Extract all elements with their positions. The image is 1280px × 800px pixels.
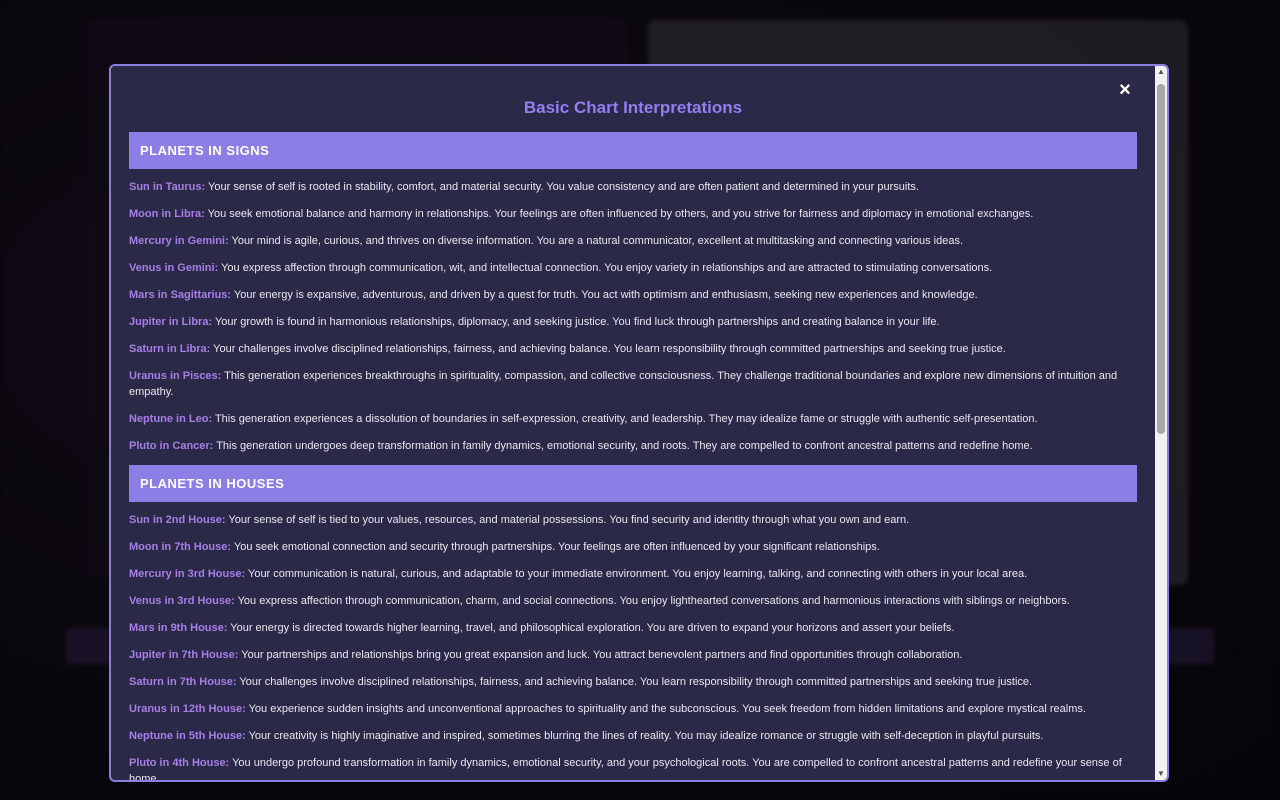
interpretation-entry: Jupiter in 7th House: Your partnerships … xyxy=(129,647,1137,663)
interpretation-entry: Mars in Sagittarius: Your energy is expa… xyxy=(129,287,1137,303)
entry-label: Uranus in Pisces: xyxy=(129,370,222,382)
interpretation-entry: Jupiter in Libra: Your growth is found i… xyxy=(129,314,1137,330)
interpretations-modal: Basic Chart Interpretations PLANETS IN S… xyxy=(109,64,1169,782)
entry-label: Mars in Sagittarius: xyxy=(129,289,232,301)
section-header: PLANETS IN SIGNS xyxy=(129,132,1137,169)
scroll-thumb[interactable] xyxy=(1157,84,1165,434)
interpretation-entry: Mercury in 3rd House: Your communication… xyxy=(129,566,1137,582)
entry-text: Your energy is directed towards higher l… xyxy=(227,622,955,634)
entry-label: Saturn in 7th House: xyxy=(129,676,237,688)
entry-label: Mercury in Gemini: xyxy=(129,235,229,247)
entry-text: Your challenges involve disciplined rela… xyxy=(236,676,1033,688)
interpretation-entry: Moon in 7th House: You seek emotional co… xyxy=(129,539,1137,555)
entry-text: You seek emotional balance and harmony i… xyxy=(204,208,1034,220)
interpretation-entry: Mars in 9th House: Your energy is direct… xyxy=(129,620,1137,636)
scroll-down-arrow-icon[interactable]: ▼ xyxy=(1155,768,1167,780)
entry-text: You experience sudden insights and uncon… xyxy=(245,703,1086,715)
entry-text: You express affection through communicat… xyxy=(234,595,1070,607)
entry-label: Sun in Taurus: xyxy=(129,181,206,193)
entry-text: You express affection through communicat… xyxy=(218,262,993,274)
interpretation-entry: Venus in 3rd House: You express affectio… xyxy=(129,593,1137,609)
entry-label: Pluto in 4th House: xyxy=(129,757,230,769)
sections-container: PLANETS IN SIGNS Sun in Taurus: Your sens… xyxy=(129,132,1137,780)
entry-label: Venus in 3rd House: xyxy=(129,595,235,607)
entry-text: Your communication is natural, curious, … xyxy=(245,568,1028,580)
entry-text: You undergo profound transformation in f… xyxy=(129,757,1122,780)
interpretation-entry: Sun in Taurus: Your sense of self is roo… xyxy=(129,179,1137,195)
modal-title: Basic Chart Interpretations xyxy=(523,98,743,117)
interpretation-entry: Uranus in Pisces: This generation experi… xyxy=(129,368,1137,400)
entry-label: Jupiter in Libra: xyxy=(129,316,213,328)
entry-label: Sun in 2nd House: xyxy=(129,514,226,526)
interpretation-entry: Saturn in Libra: Your challenges involve… xyxy=(129,341,1137,357)
entry-text: Your creativity is highly imaginative an… xyxy=(245,730,1044,742)
interpretation-entry: Uranus in 12th House: You experience sud… xyxy=(129,701,1137,717)
entry-text: Your partnerships and relationships brin… xyxy=(238,649,963,661)
entry-label: Mars in 9th House: xyxy=(129,622,228,634)
entry-text: Your growth is found in harmonious relat… xyxy=(212,316,940,328)
interpretation-entry: Moon in Libra: You seek emotional balanc… xyxy=(129,206,1137,222)
entry-label: Moon in 7th House: xyxy=(129,541,232,553)
entry-text: Your mind is agile, curious, and thrives… xyxy=(228,235,963,247)
entry-label: Jupiter in 7th House: xyxy=(129,649,239,661)
close-icon[interactable]: × xyxy=(1115,80,1135,100)
interpretation-entry: Mercury in Gemini: Your mind is agile, c… xyxy=(129,233,1137,249)
entry-label: Venus in Gemini: xyxy=(129,262,219,274)
entry-text: Your challenges involve disciplined rela… xyxy=(210,343,1006,355)
entry-text: This generation experiences a dissolutio… xyxy=(212,413,1038,425)
entry-text: Your sense of self is tied to your value… xyxy=(225,514,910,526)
entry-label: Neptune in Leo: xyxy=(129,413,213,425)
entry-label: Moon in Libra: xyxy=(129,208,205,220)
modal-scrollbar[interactable]: ▲ ▼ xyxy=(1155,66,1167,780)
entry-label: Uranus in 12th House: xyxy=(129,703,246,715)
interpretation-entry: Pluto in Cancer: This generation undergo… xyxy=(129,438,1137,454)
entry-label: Pluto in Cancer: xyxy=(129,440,214,452)
interpretation-entry: Neptune in Leo: This generation experien… xyxy=(129,411,1137,427)
entry-text: This generation undergoes deep transform… xyxy=(213,440,1033,452)
section-header: PLANETS IN HOUSES xyxy=(129,465,1137,502)
modal-scroll-content[interactable]: Basic Chart Interpretations PLANETS IN S… xyxy=(111,66,1155,780)
entry-label: Saturn in Libra: xyxy=(129,343,211,355)
interpretation-entry: Pluto in 4th House: You undergo profound… xyxy=(129,755,1137,780)
interpretation-entry: Neptune in 5th House: Your creativity is… xyxy=(129,728,1137,744)
entry-text: Your energy is expansive, adventurous, a… xyxy=(231,289,978,301)
interpretation-entry: Saturn in 7th House: Your challenges inv… xyxy=(129,674,1137,690)
entry-text: Your sense of self is rooted in stabilit… xyxy=(205,181,919,193)
scroll-up-arrow-icon[interactable]: ▲ xyxy=(1155,66,1167,78)
interpretation-entry: Venus in Gemini: You express affection t… xyxy=(129,260,1137,276)
entry-label: Mercury in 3rd House: xyxy=(129,568,246,580)
entry-label: Neptune in 5th House: xyxy=(129,730,246,742)
entry-text: This generation experiences breakthrough… xyxy=(129,370,1118,398)
interpretation-entry: Sun in 2nd House: Your sense of self is … xyxy=(129,512,1137,528)
entry-text: You seek emotional connection and securi… xyxy=(231,541,880,553)
